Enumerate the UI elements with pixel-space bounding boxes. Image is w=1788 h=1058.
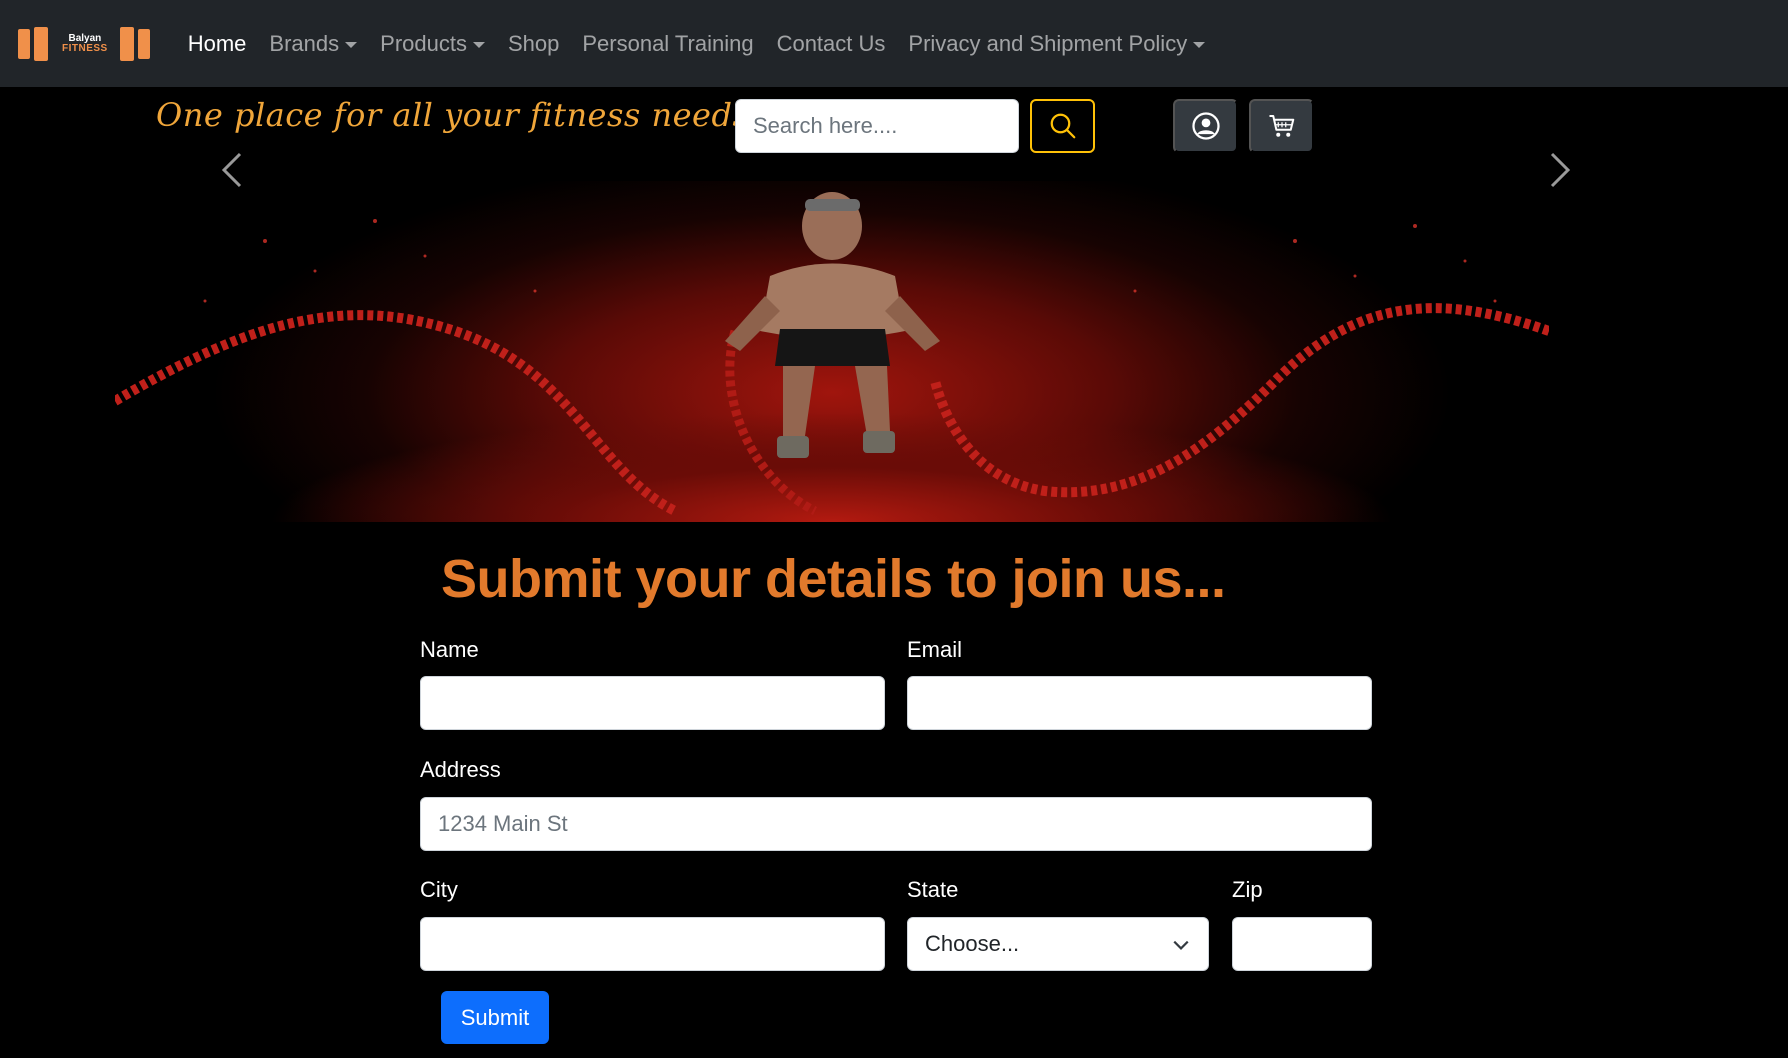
cart-button[interactable] xyxy=(1249,99,1314,153)
logo-bar-right-tall xyxy=(119,26,134,61)
nav-item-label: Personal Training xyxy=(582,30,754,56)
logo-bar-right xyxy=(137,28,150,59)
user-circle-icon xyxy=(1191,112,1220,140)
search-input[interactable] xyxy=(735,99,1019,153)
email-label: Email xyxy=(907,637,963,662)
chevron-right-icon xyxy=(1550,152,1571,188)
top-navbar: Balyan FITNESS Home Brands Products Shop… xyxy=(0,0,1788,87)
state-label: State xyxy=(907,877,959,902)
nav-item-privacy-policy[interactable]: Privacy and Shipment Policy xyxy=(908,30,1206,57)
caret-down-icon xyxy=(345,41,358,48)
state-select[interactable]: Choose... xyxy=(907,917,1209,971)
search-icon xyxy=(1050,113,1075,139)
city-label: City xyxy=(420,877,458,902)
search-button[interactable] xyxy=(1030,99,1095,153)
nav-item-shop[interactable]: Shop xyxy=(508,31,559,57)
zip-label: Zip xyxy=(1232,877,1263,902)
state-selected-value: Choose... xyxy=(925,931,1020,956)
logo-bar-left-tall xyxy=(34,26,48,61)
name-label: Name xyxy=(420,637,479,662)
logo-bar-left xyxy=(18,28,30,59)
battle-rope-athlete-image xyxy=(115,192,1549,516)
brand-line2: FITNESS xyxy=(62,42,108,54)
name-input[interactable] xyxy=(420,676,885,730)
tagline: One place for all your fitness needs... xyxy=(156,96,782,134)
city-input[interactable] xyxy=(420,917,885,971)
chevron-down-icon xyxy=(1173,940,1189,950)
nav-item-label: Products xyxy=(380,30,467,56)
nav-item-home[interactable]: Home xyxy=(188,31,247,57)
address-input[interactable] xyxy=(420,797,1372,851)
brand-text: Balyan FITNESS xyxy=(62,32,108,54)
nav-item-contact-us[interactable]: Contact Us xyxy=(777,31,886,57)
nav-item-label: Shop xyxy=(507,30,560,56)
nav-item-personal-training[interactable]: Personal Training xyxy=(582,31,753,57)
account-button[interactable] xyxy=(1173,99,1238,153)
chevron-left-icon xyxy=(221,152,242,188)
brand-logo[interactable]: Balyan FITNESS xyxy=(18,24,154,64)
nav-item-label: Brands xyxy=(269,30,340,56)
nav-item-label: Contact Us xyxy=(776,30,886,56)
zip-input[interactable] xyxy=(1232,917,1372,971)
nav-item-products[interactable]: Products xyxy=(380,31,485,57)
submit-button[interactable]: Submit xyxy=(441,991,549,1044)
brand-line1: Balyan xyxy=(68,32,102,44)
carousel-next-button[interactable] xyxy=(1540,140,1580,200)
caret-down-icon xyxy=(472,41,485,48)
carousel-prev-button[interactable] xyxy=(212,140,252,200)
nav-links: Home Brands Products Shop Personal Train… xyxy=(188,31,1228,57)
nav-item-label: Privacy and Shipment Policy xyxy=(908,30,1188,56)
email-input[interactable] xyxy=(907,676,1372,730)
cart-icon xyxy=(1269,115,1294,137)
hero-carousel xyxy=(115,181,1549,522)
nav-item-brands[interactable]: Brands xyxy=(269,30,358,57)
nav-item-label: Home xyxy=(187,30,247,56)
caret-down-icon xyxy=(1193,41,1206,48)
form-title: Submit your details to join us... xyxy=(441,549,1226,609)
address-label: Address xyxy=(420,757,501,782)
